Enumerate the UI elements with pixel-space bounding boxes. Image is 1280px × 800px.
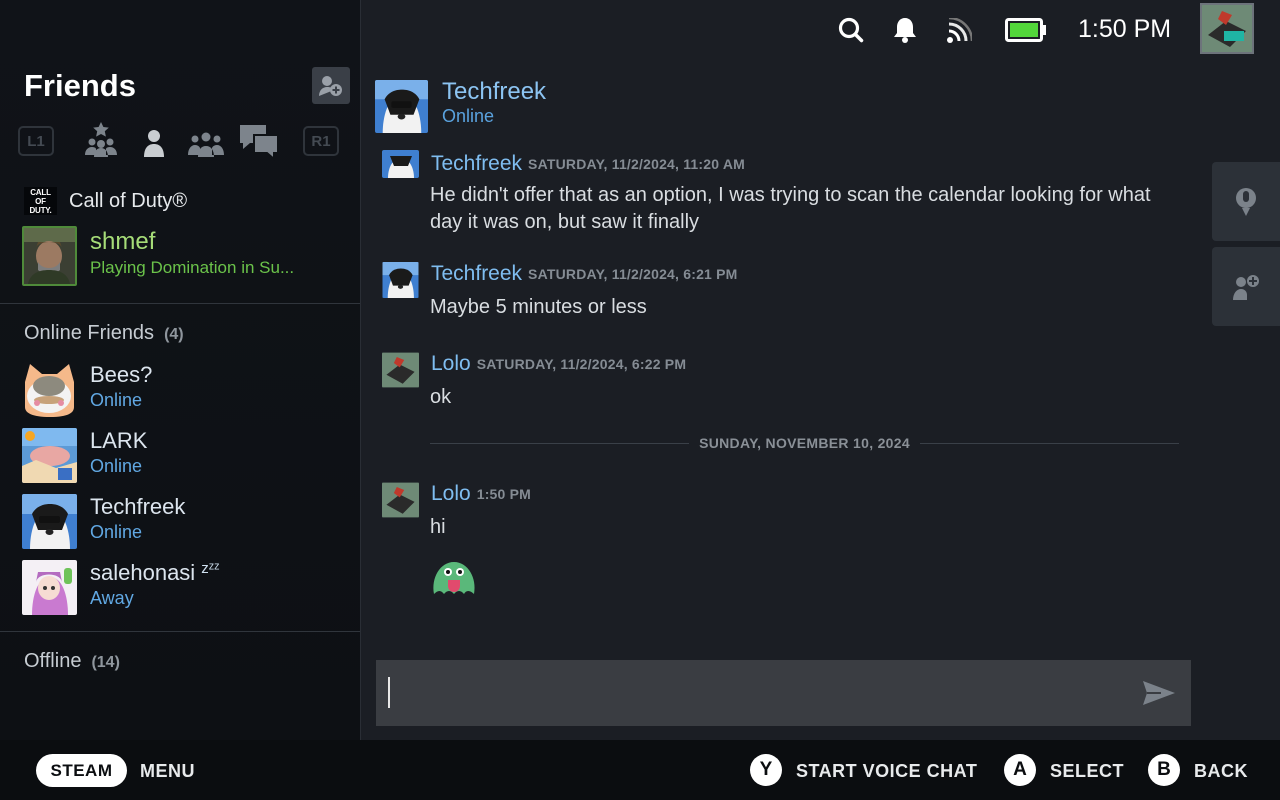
steam-button[interactable]: STEAM: [36, 754, 127, 787]
battery-icon: [1005, 18, 1046, 42]
message-timestamp: SATURDAY, 11/2/2024, 11:20 AM: [528, 156, 745, 173]
add-friend-button[interactable]: [312, 67, 350, 104]
clock: 1:50 PM: [1078, 15, 1172, 43]
message-author: Techfreek: [431, 262, 523, 285]
select-label: SELECT: [1050, 761, 1125, 781]
friend-status: Online: [90, 522, 143, 542]
friends-sidebar: Friends L1 R1 CALL OF DUTY. Call of Duty…: [0, 0, 361, 740]
a-button[interactable]: A: [1004, 754, 1036, 786]
message-text: He didn't offer that as an option, I was…: [430, 184, 1151, 233]
message-author: Lolo: [431, 352, 471, 375]
send-icon[interactable]: [1142, 679, 1176, 707]
friend-icon[interactable]: [141, 121, 167, 161]
friend-item-lark[interactable]: LARK Online: [22, 428, 352, 486]
invite-to-chat-button[interactable]: [1212, 247, 1280, 326]
user-avatar[interactable]: [1200, 3, 1254, 54]
back-label: BACK: [1194, 761, 1248, 781]
chat-partner-name: Techfreek: [442, 78, 547, 105]
friend-status: Away: [90, 588, 134, 608]
avatar: [382, 352, 419, 388]
bell-icon[interactable]: [892, 16, 918, 44]
y-button[interactable]: Y: [750, 754, 782, 786]
message-text: ok: [430, 386, 452, 408]
r1-button-hint: R1: [303, 126, 339, 156]
game-name: Call of Duty®: [69, 189, 188, 212]
add-friend-icon: [319, 75, 342, 96]
friends-title: Friends: [24, 68, 136, 103]
divider: [0, 631, 360, 632]
avatar: [22, 226, 77, 286]
message-author: Lolo: [431, 482, 471, 505]
message-author: Techfreek: [431, 152, 523, 175]
group-icon[interactable]: [187, 121, 225, 161]
date-separator: SUNDAY, NOVEMBER 10, 2024: [430, 433, 1179, 453]
add-user-icon: [1233, 274, 1259, 300]
friend-name: Bees?: [90, 362, 153, 387]
avatar: [382, 150, 419, 178]
b-button[interactable]: B: [1148, 754, 1180, 786]
game-group-header[interactable]: CALL OF DUTY. Call of Duty®: [24, 186, 187, 216]
chat-partner-status: Online: [442, 106, 495, 126]
text-cursor: [388, 677, 390, 708]
search-icon[interactable]: [838, 16, 864, 44]
avatar: [382, 262, 419, 298]
avatar: [22, 362, 77, 417]
l1-button-hint: L1: [18, 126, 54, 156]
message-input[interactable]: [376, 660, 1191, 726]
message-header: Lolo 1:50 PM: [431, 482, 531, 506]
friend-name: Techfreek: [90, 494, 186, 519]
friend-item-bees[interactable]: Bees? Online: [22, 362, 352, 420]
chat-icon[interactable]: [238, 121, 280, 161]
message-timestamp: SATURDAY, 11/2/2024, 6:22 PM: [476, 356, 687, 373]
online-friends-header[interactable]: Online Friends (4): [24, 322, 184, 345]
friend-name: shmef: [90, 228, 156, 255]
menu-label: MENU: [140, 761, 195, 781]
message-header: Techfreek SATURDAY, 11/2/2024, 6:21 PM: [431, 262, 738, 286]
avatar: [375, 80, 428, 133]
message-timestamp: 1:50 PM: [476, 486, 532, 503]
friend-item-techfreek[interactable]: Techfreek Online: [22, 494, 352, 552]
wifi-icon: [947, 18, 972, 43]
start-voice-chat-label: START VOICE CHAT: [796, 761, 978, 781]
friend-status: Online: [90, 390, 143, 410]
controller-hint-bar: STEAM MENU Y START VOICE CHAT A SELECT B…: [0, 740, 1280, 800]
offline-friends-header[interactable]: Offline (14): [24, 650, 120, 673]
friend-name: salehonasi zᶻᶻ: [90, 560, 220, 585]
divider: [0, 303, 360, 304]
friend-filter-tabs: L1 R1: [18, 121, 343, 161]
avatar: [22, 494, 77, 549]
message-header: Techfreek SATURDAY, 11/2/2024, 11:20 AM: [431, 152, 745, 176]
friend-item-shmef[interactable]: shmef Playing Domination in Su...: [22, 226, 352, 288]
message-text: hi: [430, 516, 446, 538]
avatar: [382, 482, 419, 518]
message-timestamp: SATURDAY, 11/2/2024, 6:21 PM: [528, 266, 738, 283]
friend-status: Online: [90, 456, 143, 476]
game-logo: CALL OF DUTY.: [24, 187, 57, 215]
message-text: Maybe 5 minutes or less: [430, 296, 647, 318]
avatar: [22, 560, 77, 615]
favorites-icon[interactable]: [82, 121, 120, 161]
away-badge: zᶻᶻ: [201, 560, 220, 577]
message-header: Lolo SATURDAY, 11/2/2024, 6:22 PM: [431, 352, 686, 376]
voice-chat-icon: [1236, 187, 1256, 216]
sticker-emoticon: [433, 562, 475, 594]
friend-status: Playing Domination in Su...: [90, 258, 295, 277]
voice-chat-button[interactable]: [1212, 162, 1280, 241]
friend-item-salehonasi[interactable]: salehonasi zᶻᶻ Away: [22, 560, 352, 618]
friend-name: LARK: [90, 428, 148, 453]
avatar: [22, 428, 77, 483]
